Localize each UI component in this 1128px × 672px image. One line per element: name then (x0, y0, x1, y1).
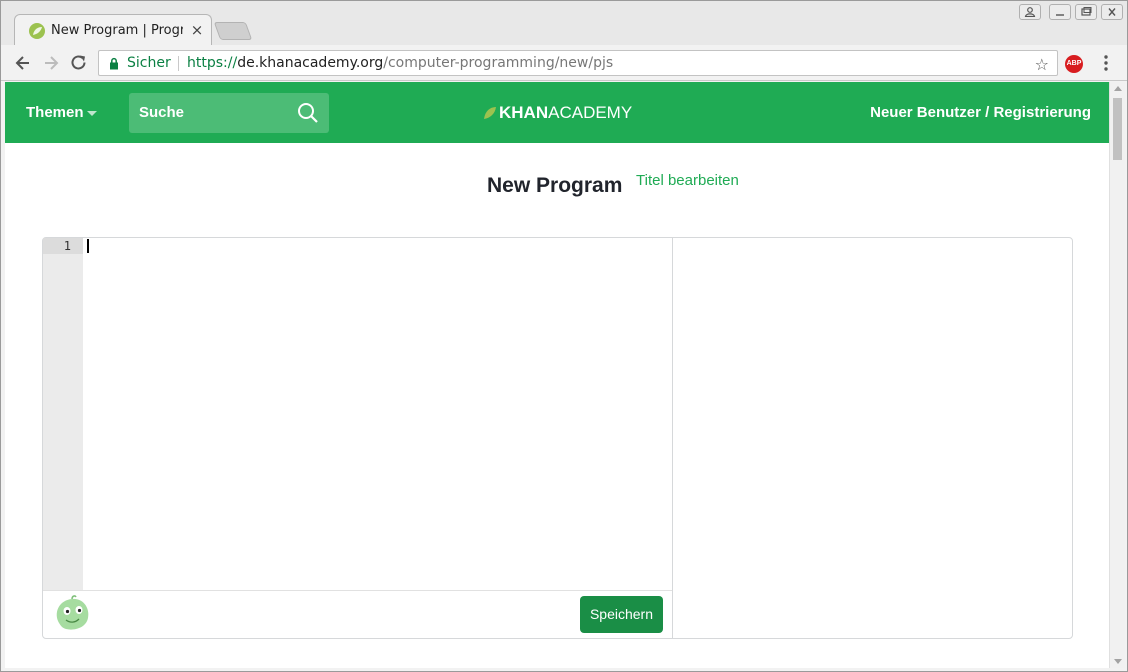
omnibox-separator (178, 56, 179, 71)
scroll-down-icon[interactable] (1114, 659, 1122, 664)
page-title: New Program (487, 174, 623, 197)
save-button[interactable]: Speichern (580, 596, 663, 633)
url-path: /computer-programming/new/pjs (383, 55, 614, 71)
khan-leaf-favicon-icon (29, 23, 45, 39)
forward-arrow-icon[interactable] (41, 53, 61, 73)
menu-dots-icon[interactable] (1099, 53, 1113, 73)
code-input[interactable] (83, 238, 672, 590)
user-icon (1024, 7, 1036, 17)
signup-link[interactable]: Neuer Benutzer / Registrierung (870, 104, 1091, 121)
program-title-row: New Program Titel bearbeiten (5, 172, 1109, 204)
secure-label: Sicher (127, 55, 171, 71)
chevron-down-icon[interactable] (87, 111, 97, 116)
browser-window: New Program | Program × (0, 0, 1128, 672)
restore-icon (1081, 7, 1092, 16)
avatar[interactable] (52, 595, 92, 633)
line-number: 1 (63, 239, 71, 253)
code-editor: 1 (43, 238, 672, 590)
leaf-logo-icon (484, 107, 496, 119)
lock-icon (110, 57, 118, 70)
topics-menu[interactable]: Themen (26, 104, 84, 121)
tab-close-icon[interactable]: × (190, 21, 204, 39)
star-icon[interactable]: ☆ (1035, 55, 1049, 74)
address-bar[interactable]: Sicher https://de.khanacademy.org/comput… (98, 50, 1058, 76)
edit-title-link[interactable]: Titel bearbeiten (636, 172, 739, 189)
url-scheme: https:// (187, 55, 238, 71)
editor-footer: Speichern (43, 590, 672, 639)
new-tab-button[interactable] (213, 22, 253, 40)
browser-tab-active[interactable]: New Program | Program × (14, 14, 212, 45)
url-text[interactable]: https://de.khanacademy.org/computer-prog… (187, 55, 613, 71)
search-input[interactable]: Suche (129, 93, 329, 133)
program-output-canvas[interactable] (673, 238, 1073, 638)
search-placeholder: Suche (139, 104, 185, 121)
reload-icon[interactable] (69, 53, 89, 73)
search-icon[interactable] (297, 102, 319, 124)
browser-toolbar: Sicher https://de.khanacademy.org/comput… (1, 45, 1127, 81)
site-header: Themen Suche KHANACADEMY Neuer Benutzer … (5, 82, 1109, 143)
profile-button[interactable] (1019, 4, 1041, 20)
text-cursor (87, 239, 89, 253)
minimize-icon (1056, 14, 1064, 16)
url-host: de.khanacademy.org (237, 55, 384, 71)
scroll-up-icon[interactable] (1114, 86, 1122, 91)
scratchpad-editor: 1 Speichern (42, 237, 1073, 639)
close-window-button[interactable] (1101, 4, 1123, 20)
scroll-thumb[interactable] (1113, 98, 1122, 160)
line-number-gutter: 1 (43, 238, 83, 590)
tab-title: New Program | Program (51, 23, 183, 38)
minimize-button[interactable] (1049, 4, 1071, 20)
active-line-highlight: 1 (43, 238, 83, 254)
close-icon (1108, 8, 1116, 16)
restore-button[interactable] (1075, 4, 1097, 20)
adblock-plus-icon[interactable]: ABP (1065, 55, 1083, 73)
page-viewport: Themen Suche KHANACADEMY Neuer Benutzer … (5, 82, 1109, 668)
page-scrollbar[interactable] (1109, 82, 1125, 668)
back-arrow-icon[interactable] (13, 53, 33, 73)
tab-strip: New Program | Program × (1, 1, 1127, 45)
logo-text: KHANACADEMY (499, 103, 633, 122)
